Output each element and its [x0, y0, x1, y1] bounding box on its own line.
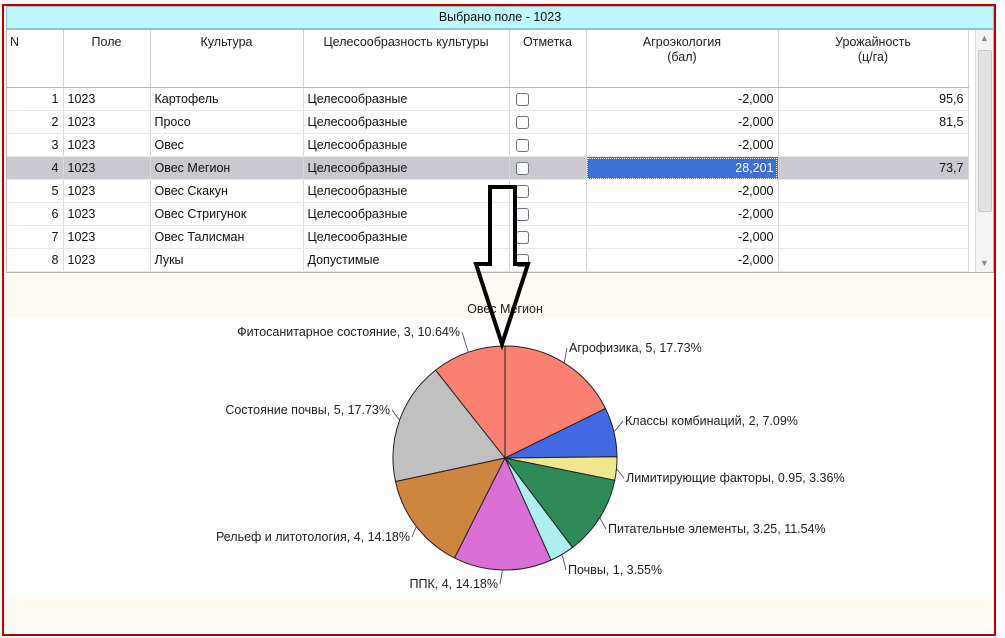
pie-label-3: Лимитирующие факторы, 0.95, 3.36%: [626, 471, 845, 485]
pie-label-9: Фитосанитарное состояние, 3, 10.64%: [237, 325, 460, 339]
pie-leader-line-1: [563, 347, 568, 364]
pie-label-4: Питательные элементы, 3.25, 11.54%: [608, 522, 826, 536]
pie-chart: Овес Мегион Агрофизика, 5, 17.73% Классы …: [216, 185, 845, 591]
pie-label-6: ППК, 4, 14.18%: [410, 577, 499, 591]
pie-leader-line-3: [616, 468, 625, 479]
pie-leader-line-6: [499, 569, 503, 585]
pie-leader-line-7: [411, 526, 417, 538]
pie-label-7: Рельеф и литотология, 4, 14.18%: [216, 530, 410, 544]
pie-leader-line-8: [391, 409, 400, 421]
pie-label-5: Почвы, 1, 3.55%: [568, 563, 662, 577]
pie-leader-line-5: [561, 554, 567, 571]
down-arrow-icon: [473, 185, 531, 351]
pie-label-1: Агрофизика, 5, 17.73%: [569, 341, 702, 355]
pie-label-2: Классы комбинаций, 2, 7.09%: [625, 414, 798, 428]
chart-title: Овес Мегион: [467, 302, 543, 316]
pie-label-8: Состояние почвы, 5, 17.73%: [225, 403, 390, 417]
pie-leader-line-4: [599, 517, 607, 530]
pie-leader-line-2: [613, 420, 624, 433]
pie-leader-line-9: [461, 331, 469, 353]
